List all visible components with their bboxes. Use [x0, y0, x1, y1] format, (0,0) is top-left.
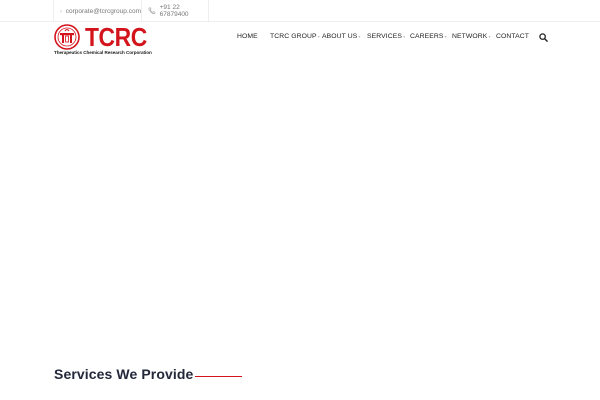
nav-item-careers[interactable]: CAREERS▾: [410, 33, 447, 40]
nav-item-services[interactable]: SERVICES▾: [367, 33, 405, 40]
chevron-down-icon: ▾: [444, 33, 447, 39]
nav-item-label: SERVICES: [367, 33, 403, 40]
envelope-icon: [60, 10, 62, 12]
chevron-down-icon: ▾: [403, 33, 406, 39]
nav-item-label: TCRC GROUP: [270, 33, 317, 40]
nav-item-label: CAREERS: [410, 33, 444, 40]
nav-item-home[interactable]: HOME: [237, 33, 258, 40]
nav-item-label: HOME: [237, 33, 258, 40]
chevron-down-icon: ▾: [358, 33, 361, 39]
main-navigation: HOME TCRC GROUP▾ ABOUT US▾ SERVICES▾ CAR…: [0, 22, 600, 52]
section-title-underline: [195, 376, 242, 377]
nav-item-label: CONTACT: [496, 33, 530, 40]
search-icon[interactable]: [539, 33, 548, 42]
nav-item-label: ABOUT US: [322, 33, 358, 40]
top-contact-bar: corporate@tcrcgroup.com +91 22 67879400: [0, 0, 600, 22]
nav-item-network[interactable]: NETWORK▾: [452, 33, 491, 40]
topbar-email[interactable]: corporate@tcrcgroup.com: [53, 0, 142, 22]
nav-item-tcrc-group[interactable]: TCRC GROUP▾: [270, 33, 320, 40]
nav-item-contact[interactable]: CONTACT: [496, 33, 529, 40]
chevron-down-icon: ▾: [317, 33, 320, 39]
nav-item-about-us[interactable]: ABOUT US▾: [322, 33, 361, 40]
topbar-email-text: corporate@tcrcgroup.com: [65, 7, 141, 15]
section-title: Services We Provide: [54, 366, 194, 382]
topbar-phone-text: +91 22 67879400: [159, 4, 189, 18]
chevron-down-icon: ▾: [488, 33, 491, 39]
site-header: TCRC Therapeutics Chemical Research Corp…: [0, 22, 600, 58]
nav-item-label: NETWORK: [452, 33, 488, 40]
phone-icon: [148, 7, 156, 15]
topbar-phone[interactable]: +91 22 67879400: [142, 0, 209, 22]
